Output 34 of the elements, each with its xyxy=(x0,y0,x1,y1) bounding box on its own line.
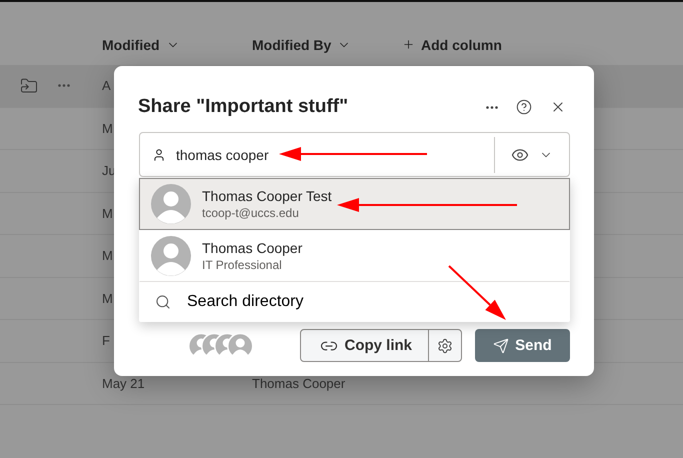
help-icon xyxy=(516,99,532,115)
plus-icon xyxy=(402,38,415,51)
modified-cell: F xyxy=(102,333,110,348)
person-name: Thomas Cooper xyxy=(202,240,302,256)
modified-cell: M xyxy=(102,120,113,136)
person-detail: tcoop-t@uccs.edu xyxy=(202,206,300,220)
modified-by-cell: Thomas Cooper xyxy=(252,376,346,391)
send-button[interactable]: Send xyxy=(475,329,570,362)
person-icon xyxy=(152,148,166,162)
column-header[interactable]: Add column xyxy=(402,36,502,52)
avatar-icon xyxy=(151,236,191,276)
more-icon xyxy=(486,106,498,108)
modified-cell: A xyxy=(102,78,111,94)
settings-icon xyxy=(437,338,453,354)
annotation-arrow xyxy=(448,265,506,320)
people-field[interactable]: thomas cooper xyxy=(139,132,570,177)
more-icon xyxy=(58,84,70,88)
dialog-title: Share "Important stuff" xyxy=(138,96,350,118)
modified-cell: M xyxy=(102,248,113,264)
column-header[interactable]: Modified xyxy=(102,36,180,52)
send-icon xyxy=(493,338,510,354)
avatar-icon xyxy=(151,184,191,224)
modified-cell: M xyxy=(102,206,113,221)
modified-cell: M xyxy=(102,290,113,306)
person-detail: IT Professional xyxy=(202,258,283,272)
modified-cell: May 21 xyxy=(102,376,145,391)
column-header[interactable]: Modified By xyxy=(252,36,352,52)
search-icon xyxy=(155,294,171,310)
suggestion-item[interactable]: Thomas Cooper IT Professional xyxy=(139,230,570,282)
search-directory-item[interactable]: Search directory xyxy=(139,282,570,322)
people-input[interactable]: thomas cooper xyxy=(174,146,494,164)
suggestion-item[interactable]: Thomas Cooper Test tcoop-t@uccs.edu xyxy=(139,178,570,230)
folder-icon[interactable] xyxy=(20,76,38,95)
person-name: Thomas Cooper Test xyxy=(202,188,332,204)
